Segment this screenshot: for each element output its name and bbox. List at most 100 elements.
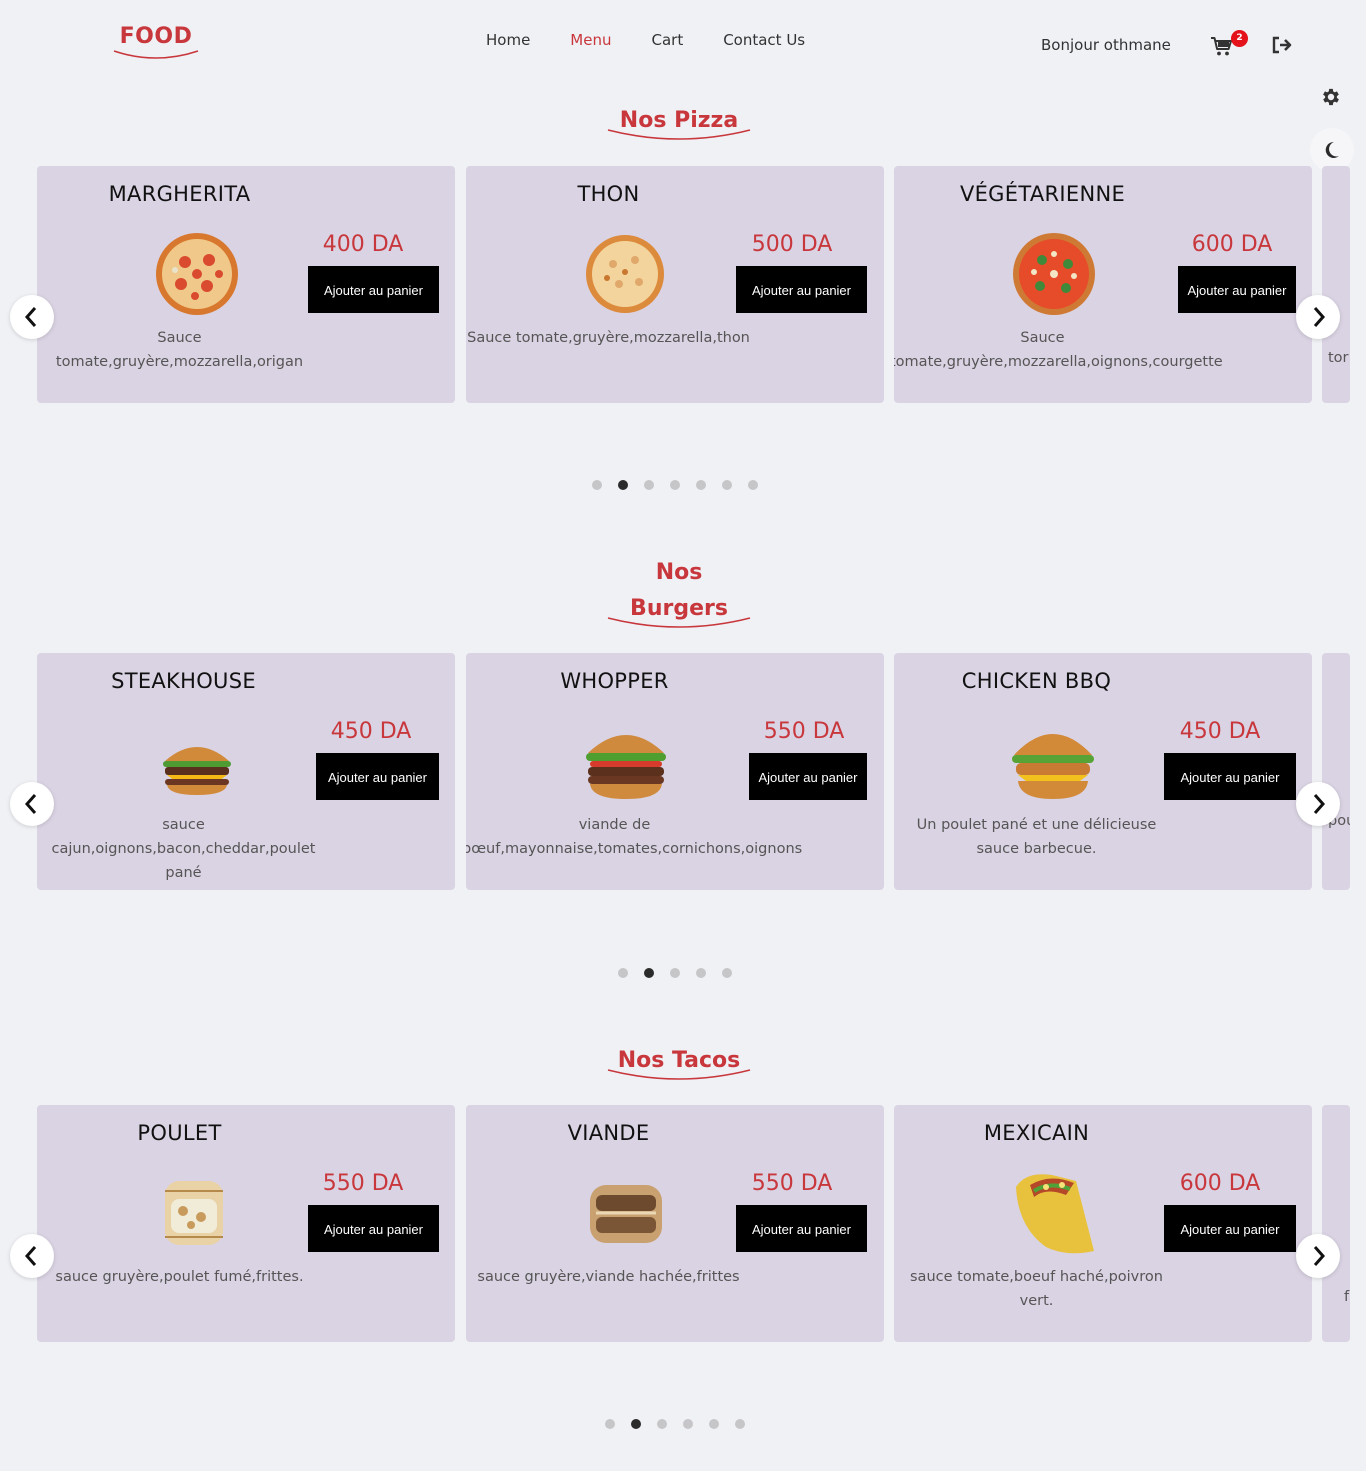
product-description: f [1344, 1289, 1350, 1305]
product-name: MARGHERITA [108, 182, 251, 206]
carousel-dot[interactable] [683, 1419, 693, 1429]
carousel-dot[interactable] [696, 480, 706, 490]
user-greeting: Bonjour othmane [1041, 36, 1171, 54]
chevron-right-icon [1313, 307, 1326, 327]
carousel-dot[interactable] [670, 968, 680, 978]
product-description: Sauce tomate,gruyère,mozzarella,origan [55, 330, 304, 370]
product-card-peek: pou [1322, 653, 1350, 890]
cart-count-badge: 2 [1231, 30, 1248, 47]
add-to-cart-button[interactable]: Ajouter au panier [749, 753, 867, 800]
product-price: 400 DA [322, 232, 404, 257]
carousel-dot[interactable] [722, 968, 732, 978]
product-description: sauce cajun,oignons,bacon,cheddar,poulet… [51, 817, 316, 881]
product-price: 500 DA [751, 232, 833, 257]
product-price: 550 DA [751, 1171, 833, 1196]
product-name: WHOPPER [560, 669, 669, 693]
carousel-dot[interactable] [592, 480, 602, 490]
carousel-dot[interactable] [657, 1419, 667, 1429]
product-price: 600 DA [1191, 232, 1273, 257]
add-to-cart-button[interactable]: Ajouter au panier [316, 753, 439, 800]
product-price: 600 DA [1179, 1171, 1261, 1196]
main-nav: Home Menu Cart Contact Us [486, 31, 845, 49]
product-card: MARGHERITA 400 DA Ajouter au panier Sauc… [37, 166, 455, 403]
product-name: VÉGÉTARIENNE [959, 182, 1126, 206]
carousel-dot[interactable] [748, 480, 758, 490]
add-to-cart-button[interactable]: Ajouter au panier [736, 1205, 867, 1252]
product-description: sauce gruyère,viande hachée,frittes [477, 1269, 740, 1285]
product-description: sauce gruyère,poulet fumé,frittes. [55, 1269, 304, 1285]
carousel-dot[interactable] [696, 968, 706, 978]
nav-cart[interactable]: Cart [651, 31, 683, 49]
carousel-dot-active[interactable] [618, 480, 628, 490]
carousel-next-button[interactable] [1296, 782, 1340, 826]
carousel-dot[interactable] [735, 1419, 745, 1429]
product-price: 450 DA [330, 719, 412, 744]
carousel-prev-button[interactable] [10, 1234, 54, 1278]
carousel-next-button[interactable] [1296, 1234, 1340, 1278]
nav-home[interactable]: Home [486, 31, 530, 49]
product-name: STEAKHOUSE [111, 669, 256, 693]
carousel-dots [592, 480, 758, 490]
carousel-dot[interactable] [722, 480, 732, 490]
add-to-cart-button[interactable]: Ajouter au panier [1164, 1205, 1296, 1252]
gear-icon[interactable] [1320, 86, 1342, 108]
product-card: MEXICAIN 600 DA Ajouter au panier sauce … [894, 1105, 1312, 1342]
product-description: Sauce tomate,gruyère,mozzarella,oignons,… [894, 330, 1223, 370]
moon-icon [1325, 141, 1339, 158]
logout-icon[interactable] [1271, 36, 1293, 54]
chevron-left-icon [24, 1246, 37, 1266]
carousel-dot[interactable] [670, 480, 680, 490]
product-price: 550 DA [763, 719, 845, 744]
section-title-line: Nos [655, 560, 703, 585]
carousel-dots [605, 1419, 745, 1429]
product-card: POULET 550 DA Ajouter au panier sauce gr… [37, 1105, 455, 1342]
pizza-thon-image [586, 235, 664, 313]
carousel-prev-button[interactable] [10, 782, 54, 826]
carousel-dot[interactable] [605, 1419, 615, 1429]
title-underline [607, 129, 751, 140]
tacos-viande-image [590, 1185, 662, 1243]
product-name: MEXICAIN [983, 1121, 1090, 1145]
carousel-dot[interactable] [709, 1419, 719, 1429]
chevron-right-icon [1313, 1246, 1326, 1266]
add-to-cart-button[interactable]: Ajouter au panier [308, 266, 439, 313]
pizza-margherita-image [156, 233, 238, 315]
carousel-dot-active[interactable] [644, 968, 654, 978]
tacos-mexicain-image [1016, 1174, 1094, 1254]
product-price: 550 DA [322, 1171, 404, 1196]
chevron-right-icon [1313, 794, 1326, 814]
product-price: 450 DA [1179, 719, 1261, 744]
product-card-peek: tor [1322, 166, 1350, 403]
carousel-dot[interactable] [644, 480, 654, 490]
nav-menu[interactable]: Menu [570, 31, 611, 49]
product-description: sauce tomate,boeuf haché,poivron vert. [910, 1269, 1163, 1309]
product-card-peek: f [1322, 1105, 1350, 1342]
carousel-next-button[interactable] [1296, 295, 1340, 339]
add-to-cart-button[interactable]: Ajouter au panier [1178, 266, 1296, 313]
add-to-cart-button[interactable]: Ajouter au panier [1164, 753, 1296, 800]
burger-chicken-bbq-image [1012, 734, 1094, 799]
product-card: THON 500 DA Ajouter au panier Sauce toma… [466, 166, 884, 403]
product-card: VÉGÉTARIENNE 600 DA Ajouter au panier Sa… [894, 166, 1312, 403]
add-to-cart-button[interactable]: Ajouter au panier [308, 1205, 439, 1252]
carousel-prev-button[interactable] [10, 295, 54, 339]
logo-underline [113, 50, 199, 59]
product-description: Sauce tomate,gruyère,mozzarella,thon [467, 330, 750, 346]
product-description: Un poulet pané et une délicieuse sauce b… [916, 817, 1157, 857]
product-card: STEAKHOUSE 450 DA Ajouter au panier sauc… [37, 653, 455, 890]
title-underline [607, 617, 751, 628]
product-name: POULET [137, 1121, 222, 1145]
burger-whopper-image [586, 735, 666, 799]
pizza-vegetarienne-image [1013, 233, 1095, 315]
product-card: VIANDE 550 DA Ajouter au panier sauce gr… [466, 1105, 884, 1342]
add-to-cart-button[interactable]: Ajouter au panier [736, 266, 867, 313]
chevron-left-icon [24, 307, 37, 327]
nav-contact[interactable]: Contact Us [723, 31, 805, 49]
product-name: THON [577, 182, 640, 206]
product-description: viande de bœuf,mayonnaise,tomates,cornic… [466, 817, 803, 857]
carousel-dot-active[interactable] [631, 1419, 641, 1429]
product-name: CHICKEN BBQ [961, 669, 1112, 693]
carousel-dot[interactable] [618, 968, 628, 978]
logo[interactable]: FOOD [112, 24, 200, 49]
title-underline [607, 1069, 751, 1080]
